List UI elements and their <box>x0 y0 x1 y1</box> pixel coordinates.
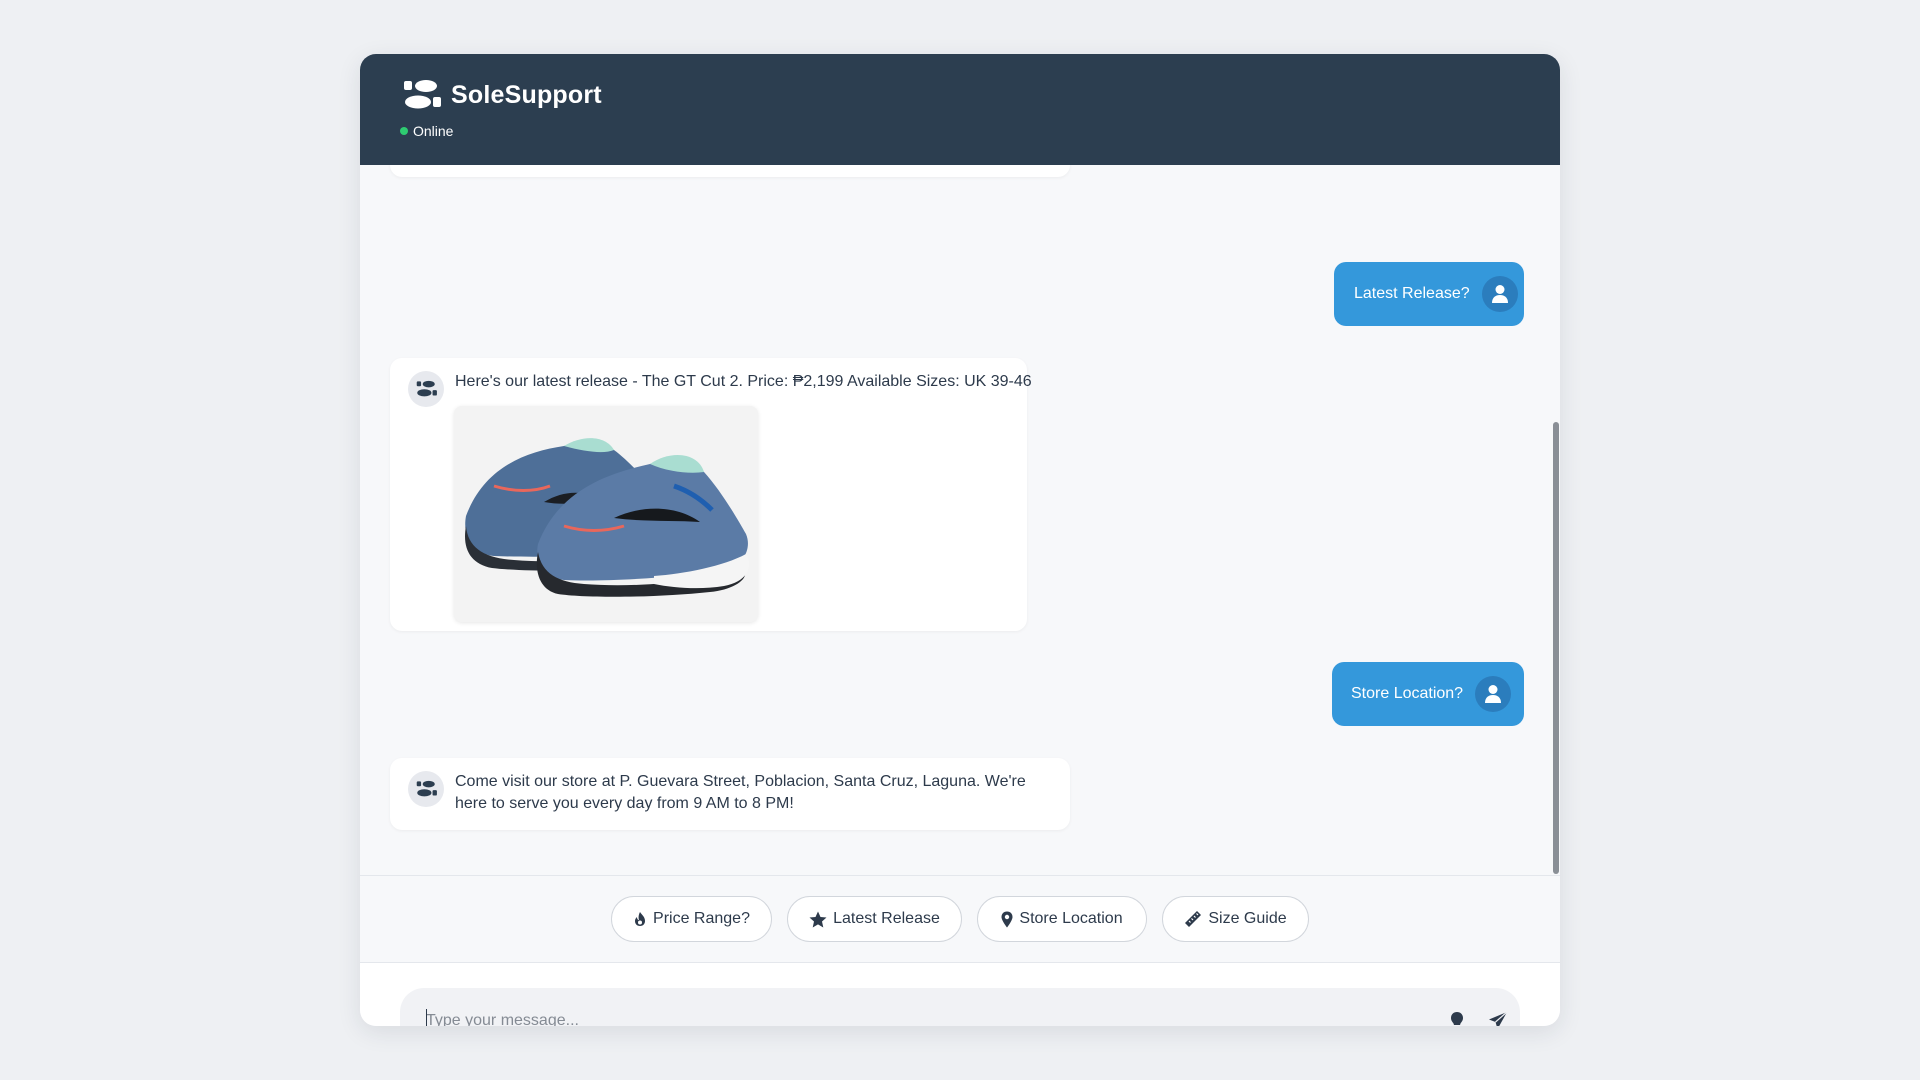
bot-message: Come visit our store at P. Guevara Stree… <box>390 758 1070 830</box>
user-avatar-icon <box>1481 276 1518 312</box>
user-message-text: Store Location? <box>1351 685 1464 702</box>
message-list[interactable]: Latest Release? Here's our latest releas… <box>360 165 1560 875</box>
user-avatar-icon <box>1475 676 1512 712</box>
scrollbar-thumb[interactable] <box>1553 422 1559 874</box>
brand-name: SoleSupport <box>451 80 602 109</box>
star-icon <box>809 911 827 927</box>
bot-avatar-icon <box>408 371 444 407</box>
product-image[interactable] <box>454 406 758 622</box>
status-label: Online <box>413 123 454 139</box>
user-message-text: Latest Release? <box>1354 285 1470 302</box>
bot-avatar-icon <box>408 771 444 807</box>
quick-reply-label: Latest Release <box>833 910 940 927</box>
text-caret <box>426 1009 427 1026</box>
previous-bot-message <box>390 165 1070 177</box>
quick-reply-label: Store Location <box>1019 910 1123 927</box>
quick-reply-latest-release[interactable]: Latest Release <box>787 896 962 942</box>
send-button[interactable] <box>1486 1009 1510 1026</box>
sneaker-image <box>454 406 758 622</box>
quick-reply-label: Size Guide <box>1208 910 1287 927</box>
user-message: Store Location? <box>1332 662 1524 726</box>
ruler-icon <box>1185 911 1202 927</box>
quick-reply-price-range[interactable]: Price Range? <box>611 896 772 942</box>
status-indicator: Online <box>400 123 453 139</box>
lightbulb-icon[interactable] <box>1445 1009 1469 1026</box>
message-input[interactable] <box>426 1008 1406 1026</box>
map-pin-icon <box>1001 911 1013 927</box>
chat-window: SoleSupport Online Latest Release? Here'… <box>360 54 1560 1026</box>
online-dot-icon <box>400 127 408 135</box>
bot-message-text: Here's our latest release - The GT Cut 2… <box>455 373 1032 390</box>
composer <box>360 963 1560 1026</box>
quick-reply-store-location[interactable]: Store Location <box>977 896 1147 942</box>
bot-message-text: Come visit our store at P. Guevara Stree… <box>455 773 1026 812</box>
bot-message: Here's our latest release - The GT Cut 2… <box>390 358 1032 631</box>
fire-icon <box>635 912 646 926</box>
shoe-prints-icon <box>404 80 441 109</box>
chat-header: SoleSupport Online <box>360 54 1560 165</box>
quick-reply-label: Price Range? <box>653 910 750 927</box>
quick-reply-size-guide[interactable]: Size Guide <box>1162 896 1309 942</box>
brand: SoleSupport <box>399 77 602 113</box>
user-message: Latest Release? <box>1334 262 1524 326</box>
message-input-container <box>400 988 1520 1026</box>
quick-replies: Price Range? Latest Release Store Locati… <box>360 875 1560 963</box>
paper-plane-icon <box>1489 1011 1508 1026</box>
